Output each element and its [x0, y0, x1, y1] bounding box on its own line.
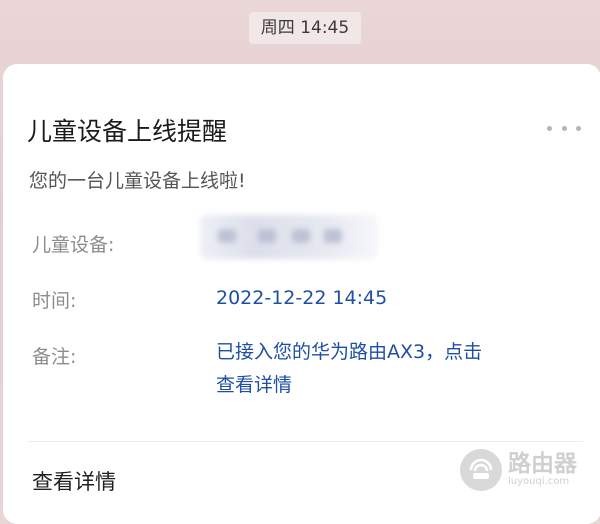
message-time-chip: 周四 14:45 — [249, 12, 361, 44]
watermark-main: 路由器 — [508, 451, 577, 477]
view-details-link[interactable]: 查看详情 — [32, 466, 116, 496]
field-value-note-line1: 已接入您的华为路由AX3，点击 — [216, 341, 483, 363]
field-label-time: 时间: — [32, 290, 77, 312]
card-title: 儿童设备上线提醒 — [27, 117, 228, 146]
more-options-icon[interactable] — [547, 126, 581, 134]
card-subtitle: 您的一台儿童设备上线啦! — [29, 170, 246, 192]
field-label-note: 备注: — [32, 346, 77, 368]
field-value-time: 2022-12-22 14:45 — [216, 287, 388, 309]
device-name-redacted — [200, 215, 378, 259]
field-label-device: 儿童设备: — [32, 234, 115, 256]
card-divider — [28, 441, 583, 442]
router-logo-icon — [460, 449, 502, 491]
watermark-sub: luyouqi.com — [508, 476, 570, 487]
field-value-note-line2: 查看详情 — [216, 374, 293, 396]
site-watermark: 路由器 luyouqi.com — [460, 445, 590, 495]
